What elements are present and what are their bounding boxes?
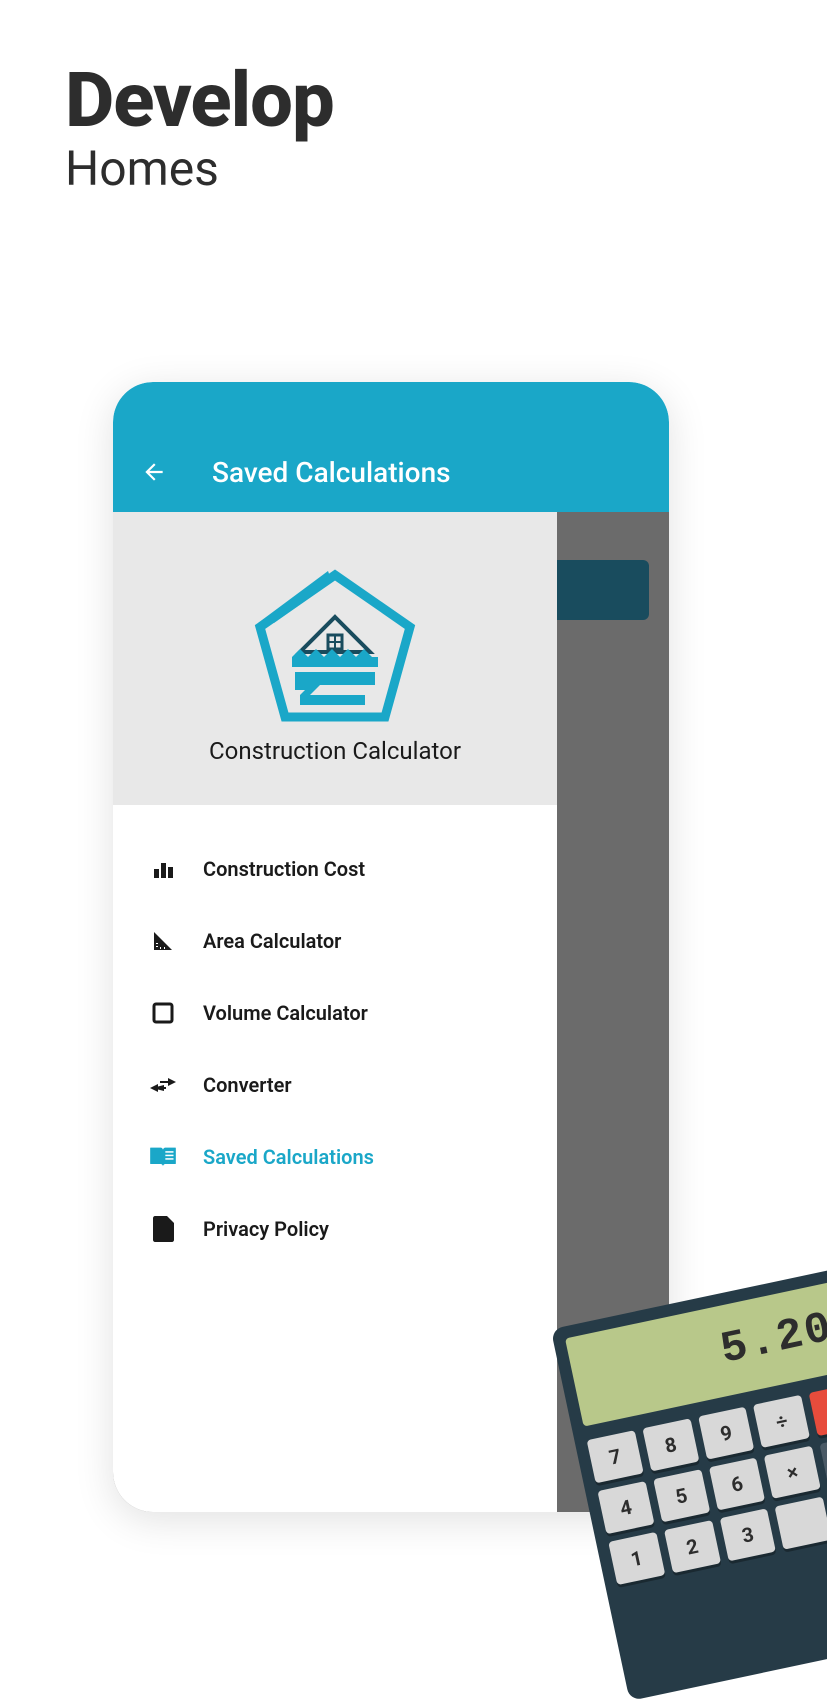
drawer-header: Construction Calculator — [113, 512, 557, 805]
menu-label: Volume Calculator — [203, 1001, 368, 1025]
menu-item-volume-calculator[interactable]: Volume Calculator — [113, 977, 557, 1049]
swap-arrows-icon — [149, 1071, 177, 1099]
calc-key: 4 — [597, 1481, 654, 1534]
page-subtitle: Homes — [65, 140, 827, 197]
calc-key: 8 — [642, 1418, 699, 1471]
arrow-left-icon — [141, 459, 167, 485]
menu-label: Construction Cost — [203, 857, 365, 881]
calc-key: 5 — [653, 1469, 710, 1522]
menu-label: Saved Calculations — [203, 1145, 374, 1169]
page-title: Develop — [65, 55, 827, 145]
back-button[interactable] — [141, 459, 167, 485]
menu-item-construction-cost[interactable]: Construction Cost — [113, 833, 557, 905]
app-bar-title: Saved Calculations — [212, 456, 451, 489]
menu-item-converter[interactable]: Converter — [113, 1049, 557, 1121]
calc-key: 7 — [587, 1430, 644, 1483]
calc-key: + — [809, 1383, 827, 1436]
menu-label: Privacy Policy — [203, 1217, 329, 1241]
menu-item-privacy-policy[interactable]: Privacy Policy — [113, 1193, 557, 1265]
square-outline-icon — [149, 999, 177, 1027]
drawer-app-name: Construction Calculator — [209, 737, 461, 765]
calc-key: 2 — [664, 1520, 721, 1573]
calc-key: 1 — [608, 1532, 665, 1585]
ruler-triangle-icon — [149, 927, 177, 955]
document-icon — [149, 1215, 177, 1243]
menu-label: Converter — [203, 1073, 292, 1097]
calculator-decoration: 5.20 7 8 9 ÷ + 4 5 6 × − 1 2 3 — [551, 1267, 827, 1701]
calc-key: 9 — [698, 1407, 755, 1460]
calc-key — [775, 1496, 827, 1549]
drawer-menu-list: Construction Cost Area Calculator — [113, 805, 557, 1293]
house-pentagon-icon — [250, 567, 420, 727]
page-header: Develop Homes — [0, 0, 827, 197]
app-bar: Saved Calculations — [113, 382, 669, 512]
calc-key: 3 — [719, 1508, 776, 1561]
calc-key: × — [764, 1446, 821, 1499]
calc-key: ÷ — [753, 1395, 810, 1448]
app-logo — [250, 567, 420, 727]
calc-key: − — [820, 1434, 827, 1487]
menu-item-saved-calculations[interactable]: Saved Calculations — [113, 1121, 557, 1193]
open-book-icon — [149, 1143, 177, 1171]
navigation-drawer: Construction Calculator Construction Cos… — [113, 512, 557, 1512]
menu-label: Area Calculator — [203, 929, 341, 953]
bar-chart-icon — [149, 855, 177, 883]
menu-item-area-calculator[interactable]: Area Calculator — [113, 905, 557, 977]
calc-key: 6 — [709, 1457, 766, 1510]
